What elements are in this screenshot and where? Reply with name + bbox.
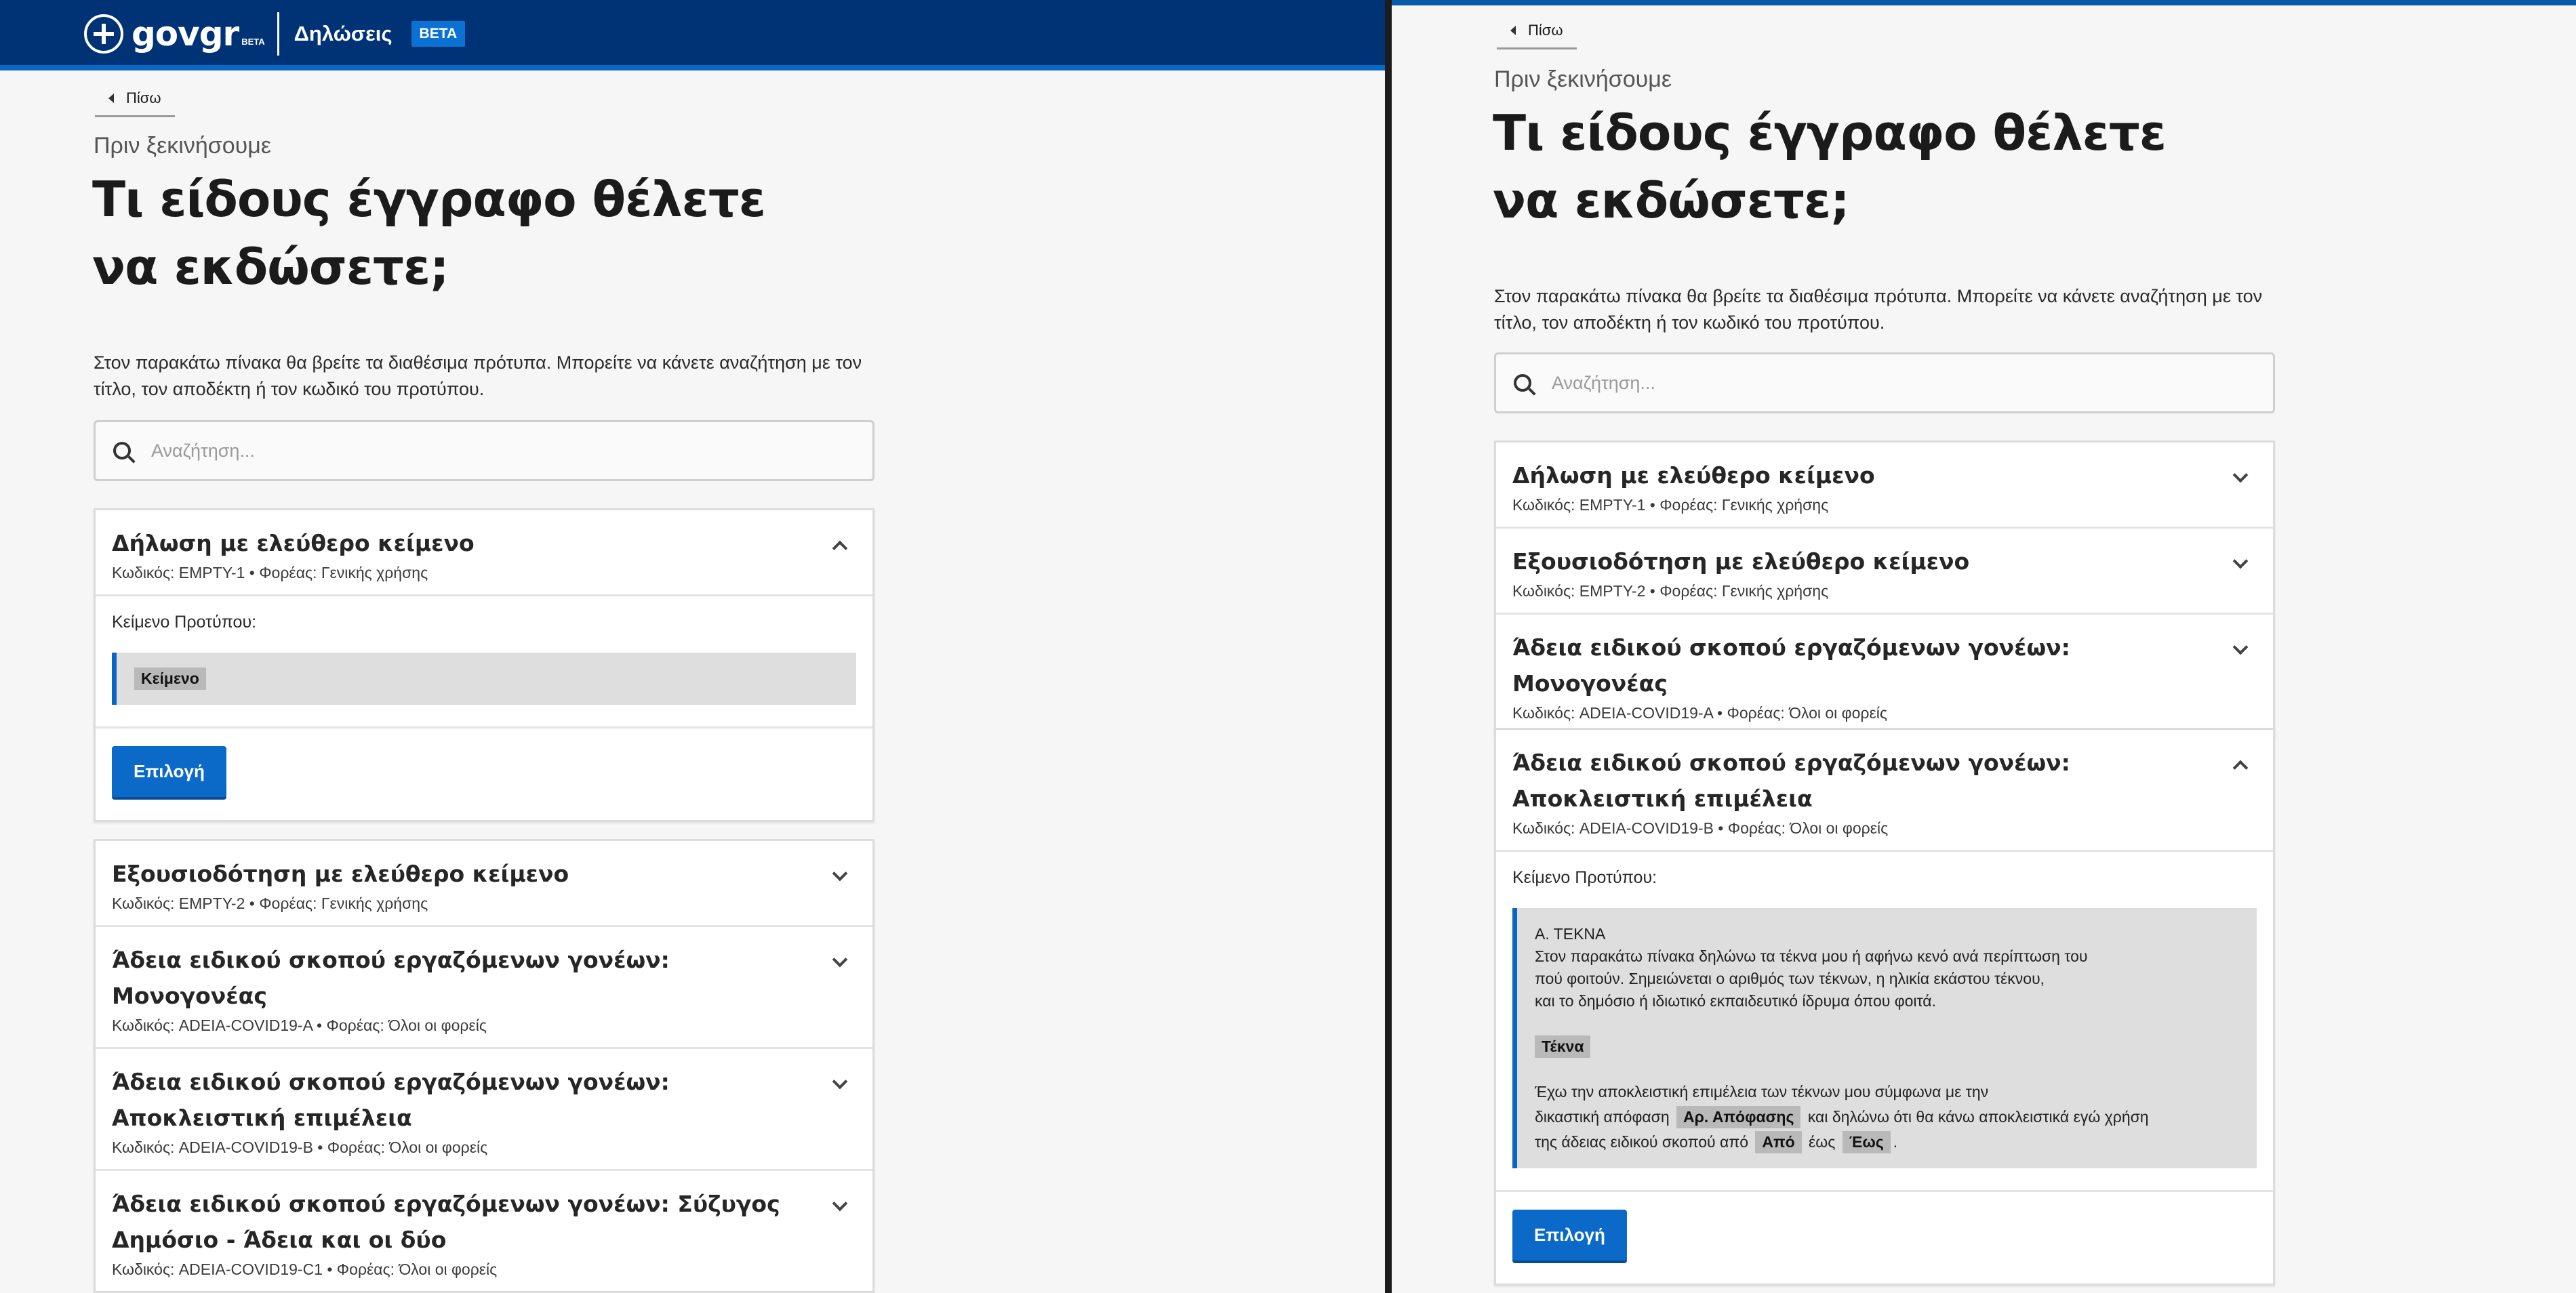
- select-button[interactable]: Επιλογή: [112, 746, 226, 800]
- item-meta: Κωδικός: ADEIA-COVID19-C1 • Φορέας: Όλοι…: [112, 1260, 498, 1278]
- page-intro: Στον παρακάτω πίνακα θα βρείτε τα διαθέσ…: [1494, 286, 2263, 333]
- page-title: Τι είδους έγγραφο θέλετε να εκδώσετε;: [92, 171, 766, 295]
- back-label: Πίσω: [126, 89, 161, 106]
- template-text-box: Κείμενο: [112, 653, 856, 705]
- template-field: Έως: [1842, 1131, 1891, 1153]
- logo-beta: BETA: [241, 36, 265, 47]
- app-name: Δηλώσεις: [294, 22, 393, 45]
- item-meta: Κωδικός: EMPTY-1 • Φορέας: Γενικής χρήση…: [112, 564, 428, 581]
- header-edge: [1392, 0, 2576, 5]
- template-list: Εξουσιοδότηση με ελεύθερο κείμενο Κωδικό…: [94, 839, 874, 1293]
- template-card-expanded: Δήλωση με ελεύθερο κείμενο Κωδικός: EMPT…: [94, 508, 874, 822]
- item-title: Δήλωση με ελεύθερο κείμενο: [1512, 462, 1875, 489]
- list-item[interactable]: Άδεια ειδικού σκοπού εργαζόμενων γονέων:…: [96, 927, 872, 1049]
- left-screen: govgr BETA Δηλώσεις BETA Πίσω Πριν ξεκιν…: [0, 0, 1385, 1293]
- item-meta: Κωδικός: EMPTY-2 • Φορέας: Γενικής χρήση…: [1512, 582, 1829, 600]
- list-item[interactable]: Άδεια ειδικού σκοπού εργαζόμενων γονέων:…: [96, 1049, 872, 1171]
- logo-separator: [277, 12, 279, 56]
- chevron-down-icon[interactable]: [832, 865, 848, 882]
- search-box[interactable]: [94, 420, 874, 481]
- template-list: Δήλωση με ελεύθερο κείμενο Κωδικός: EMPT…: [1494, 440, 2275, 737]
- select-button[interactable]: Επιλογή: [1512, 1210, 1627, 1263]
- chevron-left-icon: [1510, 26, 1516, 35]
- chevron-down-icon[interactable]: [832, 951, 848, 968]
- item-meta: Κωδικός: ADEIA-COVID19-A • Φορέας: Όλοι …: [1512, 704, 1887, 722]
- item-title: Εξουσιοδότηση με ελεύθερο κείμενο: [1512, 548, 1970, 575]
- govgr-logo[interactable]: govgr BETA Δηλώσεις BETA: [84, 12, 466, 56]
- item-title: Άδεια ειδικού σκοπού εργαζόμενων γονέων:…: [1512, 634, 2070, 697]
- search-icon: [1514, 374, 1531, 392]
- list-item[interactable]: Δήλωση με ελεύθερο κείμενο Κωδικός: EMPT…: [1496, 443, 2273, 529]
- template-preview: Κείμενο Προτύπου: Κείμενο: [96, 596, 872, 728]
- template-line: Έχω την αποκλειστική επιμέλεια των τέκνω…: [1535, 1083, 1989, 1101]
- template-label: Κείμενο Προτύπου:: [1512, 868, 1657, 887]
- logo-text: govgr: [132, 14, 239, 54]
- item-title: Εξουσιοδότηση με ελεύθερο κείμενο: [112, 861, 569, 887]
- chevron-down-icon[interactable]: [2232, 467, 2249, 483]
- screen-divider: [1385, 0, 1392, 1293]
- template-text-box: Α. ΤΕΚΝΑ Στον παρακάτω πίνακα δηλώνω τα …: [1512, 908, 2257, 1168]
- template-heading: Α. ΤΕΚΝΑ: [1535, 925, 1606, 943]
- back-link[interactable]: Πίσω: [95, 89, 175, 117]
- chevron-down-icon[interactable]: [832, 1195, 848, 1212]
- item-title: Δήλωση με ελεύθερο κείμενο: [112, 530, 475, 556]
- template-field: Από: [1755, 1131, 1802, 1153]
- template-text: δικαστική απόφαση: [1535, 1108, 1670, 1126]
- item-title: Άδεια ειδικού σκοπού εργαζόμενων γονέων:…: [112, 1191, 780, 1253]
- list-item[interactable]: Άδεια ειδικού σκοπού εργαζόμενων γονέων:…: [1496, 615, 2273, 735]
- template-line: Στον παρακάτω πίνακα δηλώνω τα τέκνα μου…: [1535, 947, 2088, 965]
- item-title: Άδεια ειδικού σκοπού εργαζόμενων γονέων:…: [1512, 750, 2070, 812]
- item-meta: Κωδικός: ADEIA-COVID19-B • Φορέας: Όλοι …: [112, 1138, 488, 1156]
- template-text: .: [1893, 1133, 1898, 1151]
- coat-of-arms-icon: [84, 14, 123, 54]
- template-line: πού φοιτούν. Σημειώνεται ο αριθμός των τ…: [1535, 970, 2045, 987]
- back-label: Πίσω: [1528, 22, 1563, 39]
- list-item[interactable]: Δήλωση με ελεύθερο κείμενο Κωδικός: EMPT…: [96, 510, 872, 596]
- list-item[interactable]: Εξουσιοδότηση με ελεύθερο κείμενο Κωδικό…: [1496, 529, 2273, 615]
- template-preview: Κείμενο Προτύπου: Α. ΤΕΚΝΑ Στον παρακάτω…: [1496, 852, 2273, 1192]
- item-meta: Κωδικός: EMPTY-2 • Φορέας: Γενικής χρήση…: [112, 895, 428, 912]
- item-meta: Κωδικός: ADEIA-COVID19-B • Φορέας: Όλοι …: [1512, 819, 1889, 837]
- page-title: Τι είδους έγγραφο θέλετε να εκδώσετε;: [1493, 104, 2167, 229]
- chevron-left-icon: [108, 94, 114, 103]
- template-text: και δηλώνω ότι θα κάνω αποκλειστικά εγώ …: [1807, 1108, 2149, 1126]
- list-item[interactable]: Άδεια ειδικού σκοπού εργαζόμενων γονέων:…: [1496, 730, 2273, 852]
- search-input[interactable]: [1552, 372, 2230, 394]
- item-title: Άδεια ειδικού σκοπού εργαζόμενων γονέων:…: [112, 1069, 670, 1131]
- search-icon: [113, 442, 131, 459]
- template-field: Τέκνα: [1535, 1035, 1591, 1058]
- template-text: έως: [1809, 1133, 1836, 1151]
- page-intro: Στον παρακάτω πίνακα θα βρείτε τα διαθέσ…: [94, 352, 862, 399]
- page-overline: Πριν ξεκινήσουμε: [94, 133, 271, 159]
- template-line: και το δημόσιο ή ιδιωτικό εκπαιδευτικό ί…: [1535, 992, 1936, 1010]
- beta-badge: BETA: [411, 21, 466, 47]
- template-field: Αρ. Απόφασης: [1676, 1106, 1801, 1128]
- search-input[interactable]: [151, 440, 829, 461]
- chevron-down-icon[interactable]: [2232, 639, 2249, 655]
- back-link[interactable]: Πίσω: [1497, 22, 1577, 49]
- chevron-up-icon[interactable]: [832, 540, 848, 556]
- template-text: της άδειας ειδικού σκοπού από: [1535, 1133, 1748, 1151]
- template-field: Κείμενο: [134, 668, 206, 690]
- item-title: Άδεια ειδικού σκοπού εργαζόμενων γονέων:…: [112, 947, 670, 1009]
- search-box[interactable]: [1494, 352, 2275, 413]
- chevron-down-icon[interactable]: [832, 1073, 848, 1090]
- item-meta: Κωδικός: EMPTY-1 • Φορέας: Γενικής χρήση…: [1512, 496, 1829, 514]
- list-item[interactable]: Άδεια ειδικού σκοπού εργαζόμενων γονέων:…: [96, 1171, 872, 1291]
- top-header: govgr BETA Δηλώσεις BETA: [0, 0, 1385, 70]
- chevron-down-icon[interactable]: [2232, 553, 2249, 569]
- list-item[interactable]: Εξουσιοδότηση με ελεύθερο κείμενο Κωδικό…: [96, 841, 872, 927]
- template-card-expanded: Άδεια ειδικού σκοπού εργαζόμενων γονέων:…: [1494, 728, 2275, 1286]
- chevron-up-icon[interactable]: [2232, 760, 2249, 776]
- item-meta: Κωδικός: ADEIA-COVID19-A • Φορέας: Όλοι …: [112, 1017, 487, 1034]
- right-screen: Πίσω Πριν ξεκινήσουμε Τι είδους έγγραφο …: [1392, 0, 2576, 1293]
- template-label: Κείμενο Προτύπου:: [112, 613, 257, 632]
- page-overline: Πριν ξεκινήσουμε: [1494, 66, 1672, 92]
